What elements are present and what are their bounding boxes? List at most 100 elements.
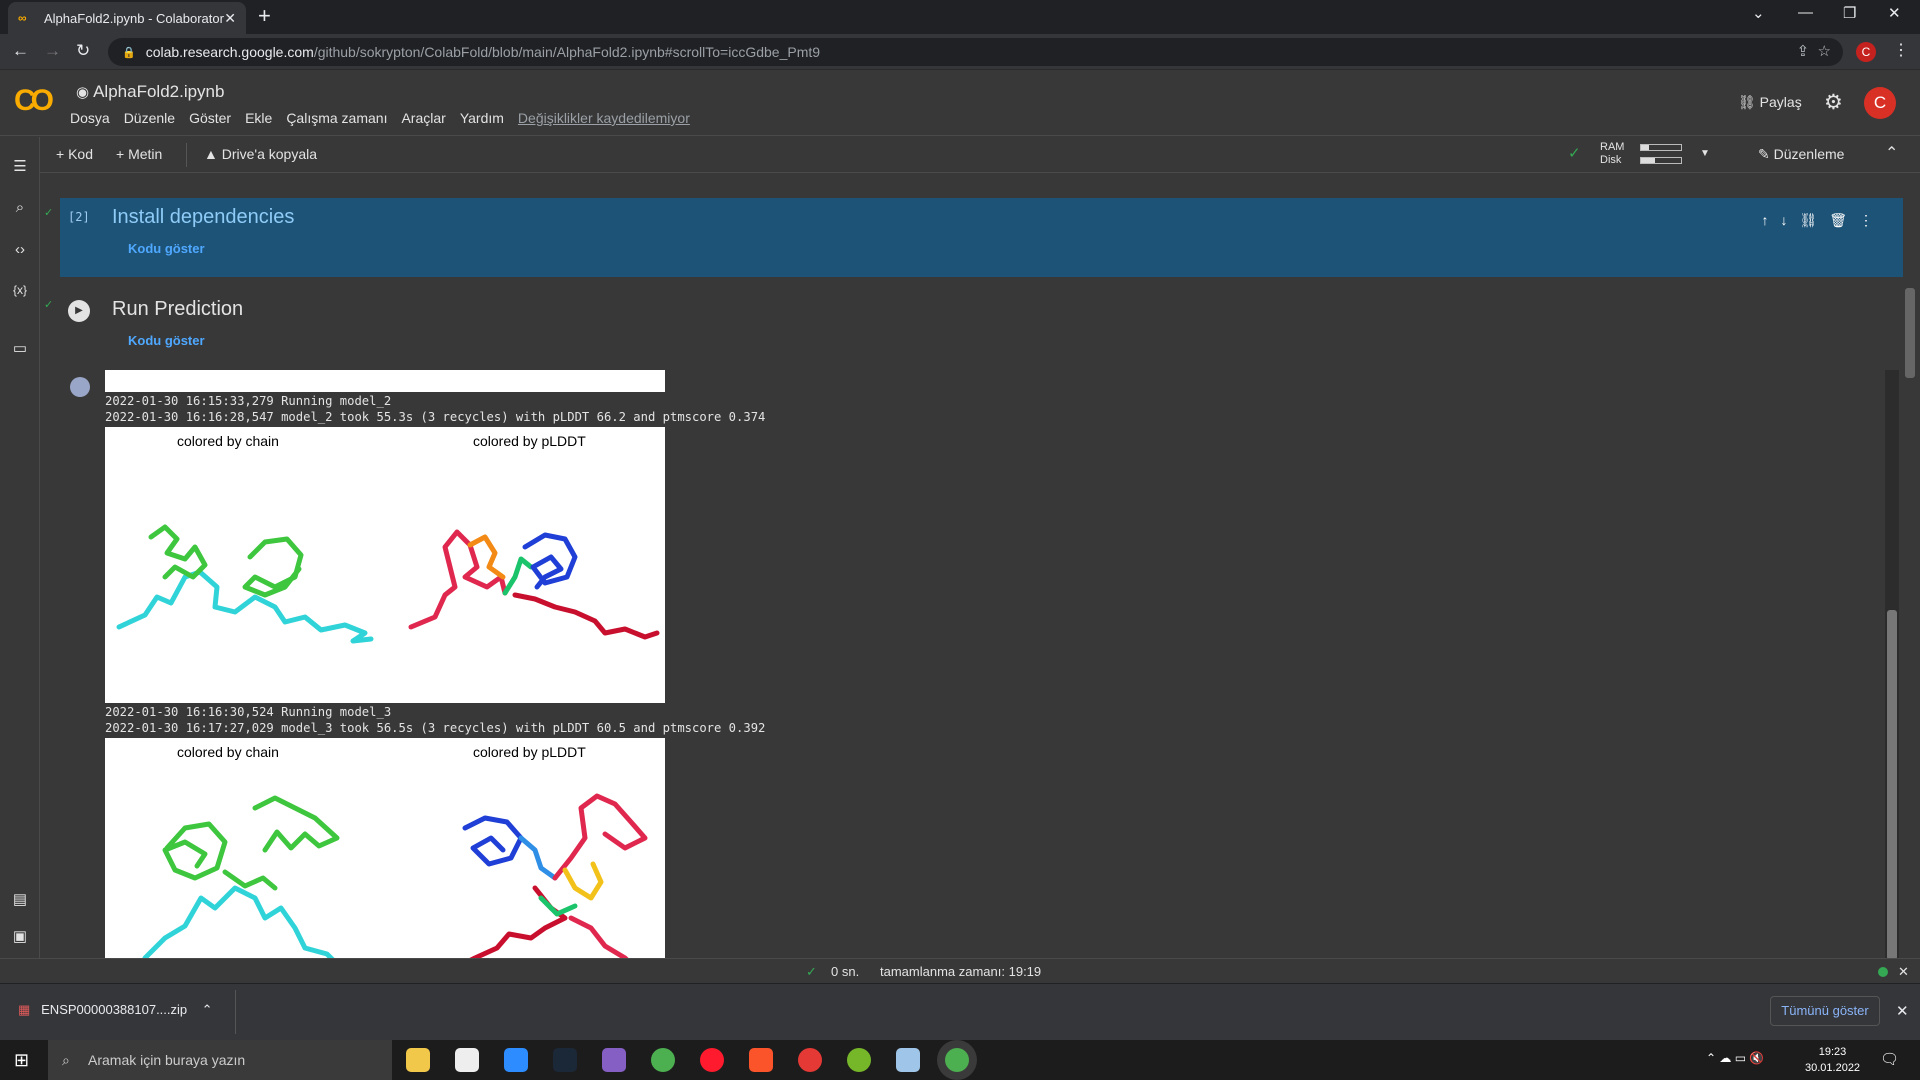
menu-runtime[interactable]: Çalışma zamanı <box>286 110 387 126</box>
menu-insert[interactable]: Ekle <box>245 110 272 126</box>
forward-icon[interactable]: → <box>44 41 61 61</box>
output-scrollbar[interactable] <box>1885 370 1899 963</box>
caption-colored-by-plddt: colored by pLDDT <box>473 433 586 449</box>
clock-date: 30.01.2022 <box>1805 1062 1861 1074</box>
install-dependencies-heading: Install dependencies <box>112 206 295 228</box>
notifications-icon[interactable]: 🗨 <box>1880 1050 1899 1068</box>
run-cell-button[interactable]: ▶ <box>68 300 90 322</box>
notebook-area[interactable]: ✓ [2] Install dependencies Kodu göster ↑… <box>40 173 1920 963</box>
utorrent-icon[interactable] <box>847 1048 871 1072</box>
completion-time: tamamlanma zamanı: 19:19 <box>880 964 1042 979</box>
model-2-structure-figure: colored by chain colored by pLDDT <box>105 427 665 703</box>
add-code-button[interactable]: + Kod <box>56 146 93 162</box>
cell-actions-toolbar[interactable]: ↑↓⛓🗑⋮ <box>1761 212 1885 229</box>
command-palette-icon[interactable]: ▤ <box>0 890 40 908</box>
app-window-icon[interactable] <box>896 1048 920 1072</box>
browser-tabbar: ∞ AlphaFold2.ipynb - Colaboratory ✕ + ⌄ … <box>0 0 1920 34</box>
system-tray-icons[interactable]: ⌃ ☁ ▭ 🔇 <box>1706 1051 1764 1065</box>
cell-executed-check-icon: ✓ <box>44 207 54 219</box>
visual-studio-icon[interactable] <box>602 1048 626 1072</box>
resources-dropdown-icon[interactable]: ▼ <box>1700 147 1710 160</box>
chrome-active-icon[interactable] <box>945 1048 969 1072</box>
windows-start-icon[interactable]: ⊞ <box>14 1050 29 1071</box>
taskbar-clock[interactable]: 19:23 30.01.2022 <box>1805 1044 1860 1076</box>
new-tab-button[interactable]: + <box>258 3 271 29</box>
menu-view[interactable]: Göster <box>189 110 231 126</box>
archive-file-icon: ▦ <box>18 1002 31 1017</box>
account-avatar[interactable]: C <box>1864 87 1896 119</box>
resources-indicator[interactable]: ✓ RAM Disk ▼ <box>1568 141 1710 167</box>
minimize-button[interactable]: — <box>1798 4 1813 21</box>
download-shelf: ▦ ENSP00000388107....zip ⌃ Tümünü göster… <box>0 983 1920 1040</box>
zoom-icon[interactable] <box>504 1048 528 1072</box>
elapsed-time: 0 sn. <box>831 964 860 979</box>
share-page-icon[interactable]: ⇪ ☆ <box>1797 42 1831 60</box>
browser-tab[interactable]: ∞ AlphaFold2.ipynb - Colaboratory ✕ <box>8 2 246 34</box>
bing-app-icon[interactable] <box>455 1048 479 1072</box>
menu-edit[interactable]: Düzenle <box>124 110 175 126</box>
colab-header: CO ◉ AlphaFold2.ipynb Dosya Düzenle Göste… <box>0 70 1920 136</box>
download-item[interactable]: ▦ ENSP00000388107....zip ⌃ <box>18 1002 213 1018</box>
predict-show-code-link[interactable]: Kodu göster <box>128 333 205 348</box>
install-dependencies-cell[interactable]: [2] Install dependencies Kodu göster ↑↓⛓… <box>60 198 1903 277</box>
tab-search-icon[interactable]: ⌄ <box>1752 4 1765 22</box>
brave-icon[interactable] <box>749 1048 773 1072</box>
collapse-header-icon[interactable]: ⌃ <box>1885 143 1898 163</box>
log-line: 2022-01-30 16:16:28,547 model_2 took 55.… <box>105 410 766 424</box>
reload-icon[interactable]: ↻ <box>76 41 90 61</box>
terminal-icon[interactable]: ▣ <box>0 927 40 945</box>
search-magnifier-icon: ⌕ <box>62 1052 70 1068</box>
copy-to-drive-label: Drive'a kopyala <box>221 146 318 162</box>
code-snippets-icon[interactable]: ‹› <box>0 241 40 258</box>
table-of-contents-icon[interactable]: ☰ <box>0 157 40 175</box>
status-check-icon: ✓ <box>806 964 817 979</box>
restore-button[interactable]: ❐ <box>1843 4 1856 22</box>
menu-help[interactable]: Yardım <box>460 110 504 126</box>
caption-colored-by-plddt: colored by pLDDT <box>473 744 586 760</box>
file-explorer-icon[interactable] <box>406 1048 430 1072</box>
files-folder-icon[interactable]: ▭ <box>0 339 40 357</box>
settings-gear-icon[interactable]: ⚙ <box>1824 90 1843 115</box>
app-red-icon[interactable] <box>798 1048 822 1072</box>
opera-icon[interactable] <box>700 1048 724 1072</box>
chrome-icon[interactable] <box>651 1048 675 1072</box>
notebook-title[interactable]: ◉ AlphaFold2.ipynb <box>76 82 224 102</box>
browser-profile-avatar[interactable]: C <box>1856 42 1876 62</box>
back-icon[interactable]: ← <box>12 41 29 61</box>
steam-icon[interactable] <box>553 1048 577 1072</box>
browser-menu-icon[interactable]: ⋮ <box>1893 40 1909 60</box>
output-scrollbar-thumb[interactable] <box>1887 610 1897 960</box>
disk-label: Disk <box>1600 154 1622 166</box>
variables-icon[interactable]: {x} <box>0 283 40 297</box>
notebook-toolbar: + Kod + Metin ▲ Drive'a kopyala ✓ RAM Di… <box>40 137 1920 173</box>
edit-mode-button[interactable]: ✎ Düzenleme <box>1758 146 1844 163</box>
unsaved-changes-link[interactable]: Değişiklikler kaydedilemiyor <box>518 110 690 126</box>
url-field[interactable]: 🔒 colab.research.google.com/github/sokry… <box>108 38 1843 66</box>
edit-mode-label: Düzenleme <box>1773 146 1845 162</box>
close-tab-icon[interactable]: ✕ <box>224 10 236 27</box>
share-button[interactable]: ⛓ Paylaş <box>1738 94 1802 111</box>
menu-tools[interactable]: Araçlar <box>401 110 445 126</box>
taskbar-search-field[interactable]: ⌕ Aramak için buraya yazın <box>48 1040 392 1080</box>
close-window-button[interactable]: ✕ <box>1888 4 1901 22</box>
toolbar-divider <box>186 143 187 167</box>
copy-to-drive-button[interactable]: ▲ Drive'a kopyala <box>204 146 317 162</box>
protein-structure-render <box>116 524 660 644</box>
log-line: 2022-01-30 16:16:30,524 Running model_3 <box>105 705 392 719</box>
link-icon: ⛓ <box>1738 94 1756 110</box>
notebook-scrollbar-thumb[interactable] <box>1905 288 1915 378</box>
model-3-structure-figure: colored by chain colored by pLDDT <box>105 738 665 963</box>
cell-execution-count: [2] <box>68 210 90 224</box>
search-icon[interactable]: ⌕ <box>0 199 40 216</box>
close-status-icon[interactable]: ✕ <box>1898 964 1909 980</box>
show-all-downloads-button[interactable]: Tümünü göster <box>1770 996 1880 1026</box>
output-progress-box <box>105 370 665 392</box>
download-options-chevron-icon[interactable]: ⌃ <box>202 1002 213 1017</box>
colab-logo[interactable]: CO <box>14 84 54 118</box>
install-show-code-link[interactable]: Kodu göster <box>128 241 205 256</box>
menu-file[interactable]: Dosya <box>70 110 110 126</box>
close-download-shelf-icon[interactable]: ✕ <box>1896 1002 1909 1020</box>
download-filename: ENSP00000388107....zip <box>41 1002 188 1017</box>
add-text-button[interactable]: + Metin <box>116 146 162 162</box>
menu-bar: Dosya Düzenle Göster Ekle Çalışma zamanı… <box>70 110 704 126</box>
